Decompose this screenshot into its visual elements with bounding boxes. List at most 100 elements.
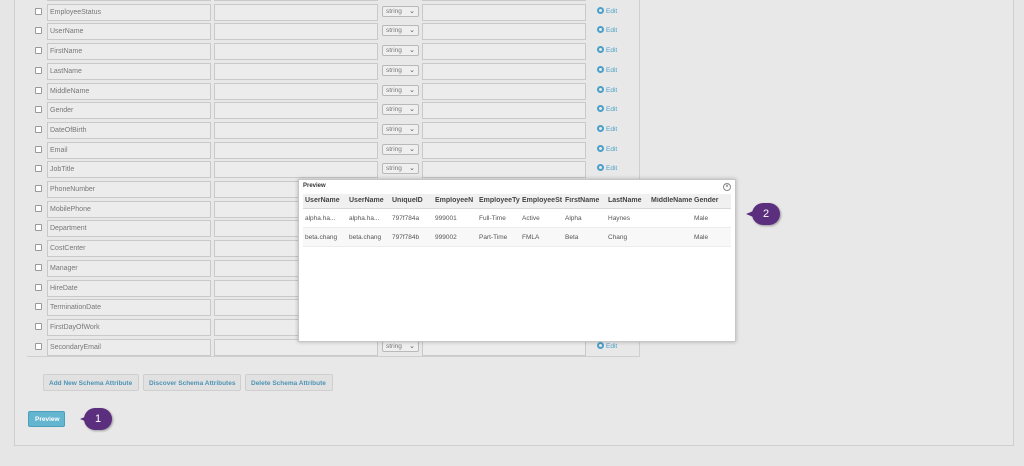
row-checkbox[interactable]: [35, 125, 42, 133]
column-header[interactable]: Gender: [694, 197, 730, 204]
column-header[interactable]: UserName: [305, 197, 347, 204]
row-checkbox[interactable]: [35, 165, 42, 173]
edit-link[interactable]: Edit: [597, 26, 617, 34]
column-header[interactable]: MiddleName: [651, 197, 692, 204]
column-header[interactable]: EmployeeSt: [522, 197, 563, 204]
attribute-name-field[interactable]: EmployeeType: [47, 0, 211, 1]
row-checkbox[interactable]: [35, 224, 42, 232]
column-header[interactable]: UserName: [349, 197, 391, 204]
attribute-name-field[interactable]: JobTitle: [47, 161, 211, 179]
attribute-description-field[interactable]: [214, 141, 378, 159]
discover-schema-attributes-button[interactable]: Discover Schema Attributes: [143, 374, 241, 391]
callout-2: 2: [746, 203, 780, 225]
edit-link[interactable]: Edit: [597, 105, 617, 113]
edit-link[interactable]: Edit: [597, 65, 617, 74]
attribute-value-field[interactable]: [422, 0, 586, 1]
row-checkbox[interactable]: [35, 7, 42, 15]
row-checkbox[interactable]: [35, 322, 42, 330]
row-checkbox[interactable]: [35, 47, 42, 55]
row-checkbox[interactable]: [35, 86, 42, 94]
attribute-description-field[interactable]: [214, 82, 378, 100]
attribute-description-field[interactable]: [214, 0, 378, 1]
preview-button[interactable]: Preview: [28, 411, 65, 427]
column-header[interactable]: LastName: [608, 197, 649, 204]
row-checkbox[interactable]: [35, 204, 42, 212]
type-select[interactable]: string ⌄: [382, 25, 419, 37]
type-select[interactable]: string ⌄: [382, 340, 419, 352]
attribute-description-field[interactable]: [214, 43, 378, 61]
type-select[interactable]: string ⌄: [382, 45, 419, 57]
edit-link[interactable]: Edit: [597, 144, 617, 153]
attribute-name-field[interactable]: Manager: [47, 259, 211, 277]
attribute-value-field[interactable]: [422, 62, 586, 80]
attribute-description-field[interactable]: [214, 121, 378, 139]
edit-link[interactable]: Edit: [597, 85, 617, 94]
attribute-name-field[interactable]: CostCenter: [47, 240, 211, 258]
attribute-name-field[interactable]: MiddleName: [47, 82, 211, 100]
table-row[interactable]: alpha.ha... alpha.ha... 797f784a 999001 Full…: [303, 209, 731, 228]
row-checkbox[interactable]: [35, 27, 42, 35]
edit-link[interactable]: Edit: [597, 341, 617, 350]
attribute-name-field[interactable]: DateOfBirth: [47, 121, 211, 139]
row-checkbox[interactable]: [35, 342, 42, 350]
attribute-name-field[interactable]: HireDate: [47, 279, 211, 297]
attribute-name-field[interactable]: Email: [47, 141, 211, 159]
type-select[interactable]: string ⌄: [382, 64, 419, 76]
row-checkbox[interactable]: [35, 145, 42, 153]
table-cell: alpha.ha...: [349, 215, 380, 222]
attribute-name-field[interactable]: FirstName: [47, 43, 211, 61]
edit-link[interactable]: Edit: [597, 164, 617, 172]
column-header[interactable]: EmployeeTy: [479, 197, 520, 204]
row-checkbox[interactable]: [35, 106, 42, 114]
type-select[interactable]: string ⌄: [382, 123, 419, 135]
attribute-name-field[interactable]: MobilePhone: [47, 200, 211, 218]
attribute-value-field[interactable]: [422, 141, 586, 159]
attribute-description-field[interactable]: [214, 23, 378, 41]
attribute-name-field[interactable]: SecondaryEmail: [47, 338, 211, 356]
row-checkbox[interactable]: [35, 283, 42, 291]
dialog-title: Preview: [303, 183, 326, 189]
column-header[interactable]: UniqueID: [392, 197, 434, 204]
row-checkbox[interactable]: [35, 263, 42, 271]
attribute-value-field[interactable]: [422, 82, 586, 100]
row-checkbox[interactable]: [35, 66, 42, 74]
attribute-value-field[interactable]: [422, 43, 586, 61]
attribute-value-field[interactable]: [422, 23, 586, 41]
type-select[interactable]: string ⌄: [382, 143, 419, 155]
attribute-value-field[interactable]: [422, 3, 586, 21]
attribute-description-field[interactable]: [214, 161, 378, 179]
type-select[interactable]: string ⌄: [382, 163, 419, 175]
type-select[interactable]: string ⌄: [382, 84, 419, 96]
edit-link[interactable]: Edit: [597, 124, 617, 133]
attribute-name-field[interactable]: Department: [47, 220, 211, 238]
gear-icon: [597, 85, 604, 93]
attribute-name-field[interactable]: UserName: [47, 23, 211, 41]
type-select[interactable]: string ⌄: [382, 5, 419, 17]
attribute-name-field[interactable]: PhoneNumber: [47, 181, 211, 198]
add-schema-attribute-button[interactable]: Add New Schema Attribute: [43, 374, 139, 391]
row-checkbox[interactable]: [35, 244, 42, 252]
attribute-name-field[interactable]: LastName: [47, 62, 211, 80]
close-icon[interactable]: ×: [723, 183, 731, 191]
column-header[interactable]: EmployeeN: [435, 197, 477, 204]
type-select[interactable]: string ⌄: [382, 104, 419, 116]
row-checkbox[interactable]: [35, 303, 42, 311]
attribute-description-field[interactable]: [214, 62, 378, 80]
attribute-name-field[interactable]: Gender: [47, 102, 211, 120]
attribute-name-field[interactable]: EmployeeStatus: [47, 3, 211, 21]
edit-link[interactable]: Edit: [597, 46, 617, 54]
column-header[interactable]: FirstName: [565, 197, 606, 204]
attribute-value-field[interactable]: [422, 161, 586, 179]
schema-row: JobTitle string ⌄ Edit: [27, 161, 640, 179]
attribute-name-field[interactable]: TerminationDate: [47, 299, 211, 317]
table-row[interactable]: beta.chang beta.chang 797f784b 999002 Part-T…: [303, 228, 731, 247]
row-checkbox[interactable]: [35, 185, 42, 192]
attribute-value-field[interactable]: [422, 121, 586, 139]
attribute-description-field[interactable]: [214, 102, 378, 120]
attribute-name-field[interactable]: FirstDayOfWork: [47, 318, 211, 336]
callout-1: 1: [80, 408, 112, 430]
attribute-value-field[interactable]: [422, 102, 586, 120]
attribute-description-field[interactable]: [214, 3, 378, 21]
edit-link[interactable]: Edit: [597, 6, 617, 15]
delete-schema-attribute-button[interactable]: Delete Schema Attribute: [245, 374, 333, 391]
